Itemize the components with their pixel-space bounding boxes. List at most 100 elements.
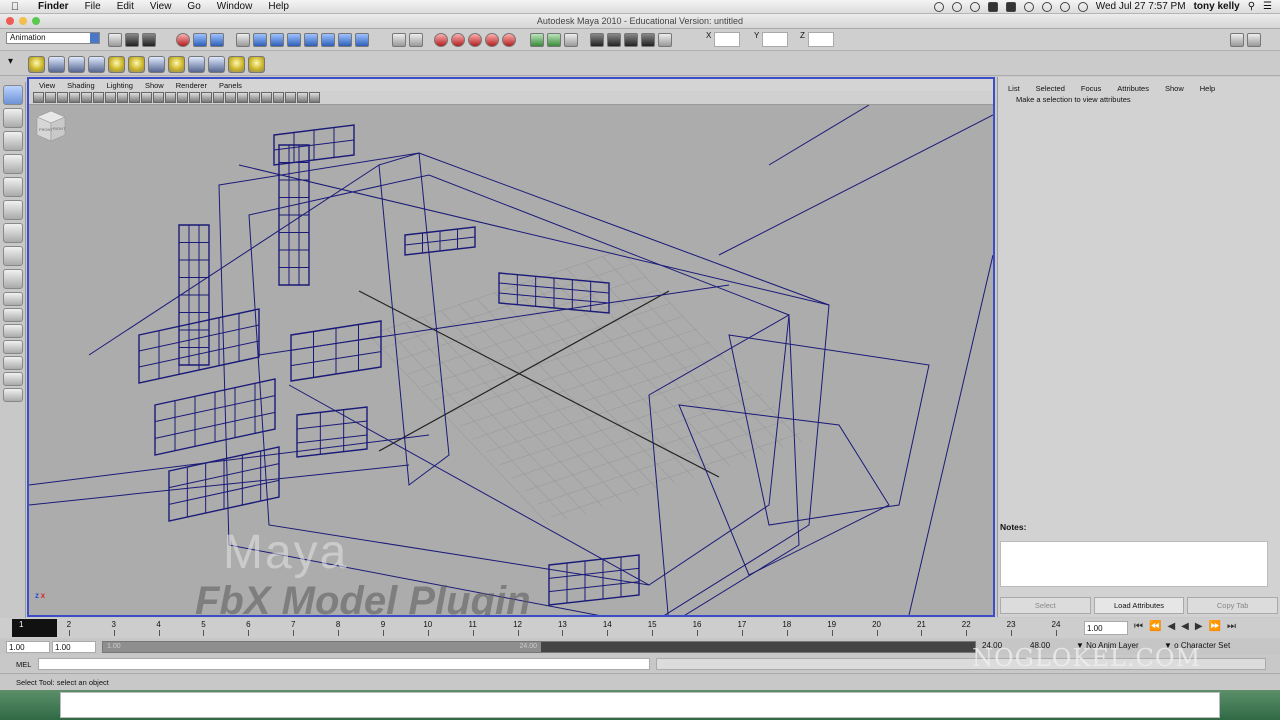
frame-selected-icon[interactable] bbox=[297, 92, 308, 103]
volume-icon[interactable] bbox=[1077, 1, 1088, 12]
spot-light-icon[interactable] bbox=[88, 56, 105, 73]
wireframe-icon[interactable] bbox=[165, 92, 176, 103]
current-frame-marker[interactable]: 1 bbox=[12, 619, 57, 637]
step-forward-key-icon[interactable]: ⏩ bbox=[1209, 622, 1221, 632]
new-scene-icon[interactable] bbox=[108, 33, 122, 47]
isolate-select-icon[interactable] bbox=[273, 92, 284, 103]
open-scene-icon[interactable] bbox=[125, 33, 139, 47]
shield-icon[interactable] bbox=[987, 1, 998, 12]
notes-field[interactable] bbox=[1000, 541, 1268, 587]
menu-set-selector[interactable]: Animation bbox=[6, 32, 100, 44]
current-time-field[interactable]: 1.00 bbox=[1084, 621, 1128, 635]
film-gate-icon[interactable] bbox=[93, 92, 104, 103]
soft-mod-icon[interactable] bbox=[3, 246, 23, 266]
select-object-icon[interactable] bbox=[193, 33, 207, 47]
render-view-icon[interactable] bbox=[502, 33, 516, 47]
move-tool-icon[interactable] bbox=[3, 154, 23, 174]
snap-curve-icon[interactable] bbox=[253, 33, 267, 47]
field-chart-icon[interactable] bbox=[129, 92, 140, 103]
bookmark-icon[interactable] bbox=[57, 92, 68, 103]
apple-icon[interactable]:  bbox=[0, 1, 30, 13]
snap-view-icon[interactable] bbox=[321, 33, 335, 47]
smooth-shade-icon[interactable] bbox=[177, 92, 188, 103]
layout-four-icon[interactable] bbox=[3, 308, 23, 322]
z-field[interactable] bbox=[808, 32, 834, 47]
x-field[interactable] bbox=[714, 32, 740, 47]
show-manip-icon[interactable] bbox=[3, 269, 23, 289]
range-bar[interactable]: 1.00 24.00 bbox=[102, 641, 976, 653]
lasso-tool-icon[interactable] bbox=[3, 108, 23, 128]
panel-menu-view[interactable]: View bbox=[39, 81, 55, 90]
panel-menu-renderer[interactable]: Renderer bbox=[176, 81, 207, 90]
playback-start-field[interactable]: 1.00 bbox=[52, 641, 96, 653]
camera-icon[interactable] bbox=[148, 56, 165, 73]
panel-menu-shading[interactable]: Shading bbox=[67, 81, 95, 90]
lightbulb-icon[interactable] bbox=[228, 56, 245, 73]
help-icon[interactable] bbox=[355, 33, 369, 47]
menu-help[interactable]: Help bbox=[260, 1, 297, 12]
safe-action-icon[interactable] bbox=[141, 92, 152, 103]
menu-go[interactable]: Go bbox=[179, 1, 208, 12]
channel-box-toggle-icon[interactable] bbox=[1230, 33, 1244, 47]
select-hierarchy-icon[interactable] bbox=[176, 33, 190, 47]
camera-aim-up-icon[interactable] bbox=[208, 56, 225, 73]
select-camera-icon[interactable] bbox=[33, 92, 44, 103]
gate-mask-icon[interactable] bbox=[117, 92, 128, 103]
render-current-icon[interactable] bbox=[434, 33, 448, 47]
mel-label[interactable]: MEL bbox=[16, 660, 31, 669]
camera-aim-icon[interactable] bbox=[188, 56, 205, 73]
shelf-menu-icon[interactable]: ▾ bbox=[8, 56, 13, 67]
history-icon[interactable] bbox=[338, 33, 352, 47]
snap-surface-icon[interactable] bbox=[304, 33, 318, 47]
select-component-icon[interactable] bbox=[210, 33, 224, 47]
range-bar-handle[interactable]: 1.00 24.00 bbox=[103, 642, 541, 652]
y-field[interactable] bbox=[762, 32, 788, 47]
rotate-tool-icon[interactable] bbox=[3, 177, 23, 197]
grid-icon[interactable] bbox=[81, 92, 92, 103]
attr-menu-attributes[interactable]: Attributes bbox=[1117, 84, 1149, 93]
time-machine-icon[interactable] bbox=[1023, 1, 1034, 12]
scale-tool-icon[interactable] bbox=[3, 200, 23, 220]
play-forward-icon[interactable]: ▶ bbox=[1195, 622, 1203, 632]
hypershade-icon[interactable] bbox=[485, 33, 499, 47]
point-light-icon[interactable] bbox=[68, 56, 85, 73]
play-backward-icon[interactable]: ◀ bbox=[1181, 622, 1189, 632]
universal-manip-icon[interactable] bbox=[3, 223, 23, 243]
wire-on-shaded-icon[interactable] bbox=[189, 92, 200, 103]
input-ops-icon[interactable] bbox=[530, 33, 544, 47]
select-button[interactable]: Select bbox=[1000, 597, 1091, 614]
snap-grid-icon[interactable] bbox=[236, 33, 250, 47]
menu-window[interactable]: Window bbox=[209, 1, 261, 12]
image-plane-icon[interactable] bbox=[69, 92, 80, 103]
directional-light-icon[interactable] bbox=[48, 56, 65, 73]
user-name[interactable]: tony kelly bbox=[1194, 1, 1240, 12]
volume-light-icon[interactable] bbox=[128, 56, 145, 73]
shadows-icon[interactable] bbox=[225, 92, 236, 103]
area-light-icon[interactable] bbox=[108, 56, 125, 73]
menu-finder[interactable]: Finder bbox=[30, 1, 77, 12]
ipr-render-icon[interactable] bbox=[451, 33, 465, 47]
resolution-gate-icon[interactable] bbox=[105, 92, 116, 103]
attr-menu-selected[interactable]: Selected bbox=[1036, 84, 1065, 93]
go-to-start-icon[interactable]: ⏮ bbox=[1134, 622, 1143, 632]
dropbox-icon[interactable] bbox=[969, 1, 980, 12]
output-ops-icon[interactable] bbox=[547, 33, 561, 47]
go-to-end-icon[interactable]: ⏭ bbox=[1227, 622, 1236, 632]
camera-attr-icon[interactable] bbox=[45, 92, 56, 103]
layout-outliner-icon[interactable] bbox=[3, 356, 23, 370]
attr-menu-show[interactable]: Show bbox=[1165, 84, 1184, 93]
bluetooth-icon[interactable] bbox=[1041, 1, 1052, 12]
viewport[interactable]: FRONT RIGHT z x Maya FbX Model Plugin bbox=[29, 105, 993, 615]
light-linking-icon[interactable] bbox=[168, 56, 185, 73]
start-time-field[interactable]: 1.00 bbox=[6, 641, 50, 653]
layout-hypershade-icon[interactable] bbox=[3, 388, 23, 402]
account-icon[interactable] bbox=[951, 1, 962, 12]
save-scene-icon[interactable] bbox=[142, 33, 156, 47]
menu-view[interactable]: View bbox=[142, 1, 180, 12]
copy-tab-button[interactable]: Copy Tab bbox=[1187, 597, 1279, 614]
show-attr-editor-icon[interactable] bbox=[590, 33, 604, 47]
safe-title-icon[interactable] bbox=[153, 92, 164, 103]
transform-mode-icon[interactable] bbox=[658, 33, 672, 47]
menu-file[interactable]: File bbox=[77, 1, 109, 12]
step-back-key-icon[interactable]: ⏪ bbox=[1149, 622, 1161, 632]
